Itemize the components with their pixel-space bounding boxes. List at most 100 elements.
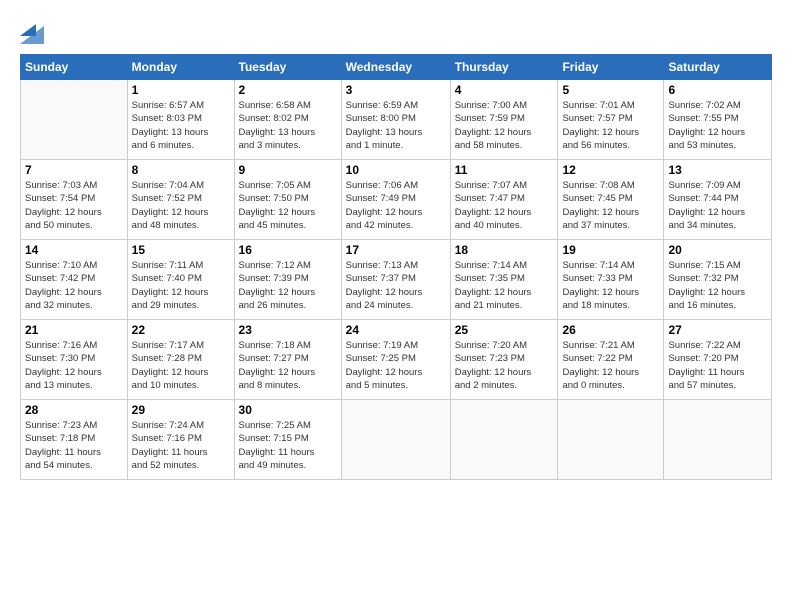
calendar-cell: 17 Sunrise: 7:13 AMSunset: 7:37 PMDayligh… [341,240,450,320]
calendar-cell: 24 Sunrise: 7:19 AMSunset: 7:25 PMDayligh… [341,320,450,400]
day-info: Sunrise: 6:59 AMSunset: 8:00 PMDaylight:… [346,99,446,152]
day-info: Sunrise: 7:05 AMSunset: 7:50 PMDaylight:… [239,179,337,232]
calendar-cell: 25 Sunrise: 7:20 AMSunset: 7:23 PMDayligh… [450,320,558,400]
calendar-cell: 1Sunrise: 6:57 AMSunset: 8:03 PMDaylight… [127,80,234,160]
calendar-cell: 18 Sunrise: 7:14 AMSunset: 7:35 PMDayligh… [450,240,558,320]
day-info: Sunrise: 7:22 AMSunset: 7:20 PMDaylight:… [668,339,767,392]
day-number: 14 [25,243,123,257]
calendar-cell: 8 Sunrise: 7:04 AMSunset: 7:52 PMDaylight… [127,160,234,240]
day-number: 15 [132,243,230,257]
day-info: Sunrise: 7:02 AMSunset: 7:55 PMDaylight:… [668,99,767,152]
day-info: Sunrise: 7:07 AMSunset: 7:47 PMDaylight:… [455,179,554,232]
day-number: 2 [239,83,337,97]
day-number: 25 [455,323,554,337]
calendar-week-row: 7 Sunrise: 7:03 AMSunset: 7:54 PMDaylight… [21,160,772,240]
day-info: Sunrise: 6:58 AMSunset: 8:02 PMDaylight:… [239,99,337,152]
calendar-cell: 29Sunrise: 7:24 AMSunset: 7:16 PMDayligh… [127,400,234,480]
calendar-cell: 4 Sunrise: 7:00 AMSunset: 7:59 PMDaylight… [450,80,558,160]
col-header-sunday: Sunday [21,55,128,80]
calendar-cell: 3 Sunrise: 6:59 AMSunset: 8:00 PMDaylight… [341,80,450,160]
calendar-cell: 5 Sunrise: 7:01 AMSunset: 7:57 PMDaylight… [558,80,664,160]
day-number: 19 [562,243,659,257]
day-number: 27 [668,323,767,337]
col-header-saturday: Saturday [664,55,772,80]
header [20,16,772,44]
calendar-cell: 14 Sunrise: 7:10 AMSunset: 7:42 PMDayligh… [21,240,128,320]
day-number: 3 [346,83,446,97]
day-info: Sunrise: 7:20 AMSunset: 7:23 PMDaylight:… [455,339,554,392]
day-info: Sunrise: 7:14 AMSunset: 7:35 PMDaylight:… [455,259,554,312]
day-info: Sunrise: 7:03 AMSunset: 7:54 PMDaylight:… [25,179,123,232]
day-number: 18 [455,243,554,257]
calendar-cell [450,400,558,480]
col-header-friday: Friday [558,55,664,80]
day-number: 4 [455,83,554,97]
day-number: 20 [668,243,767,257]
calendar-week-row: 1Sunrise: 6:57 AMSunset: 8:03 PMDaylight… [21,80,772,160]
day-info: Sunrise: 7:15 AMSunset: 7:32 PMDaylight:… [668,259,767,312]
day-number: 1 [132,83,230,97]
day-number: 28 [25,403,123,417]
day-number: 11 [455,163,554,177]
col-header-wednesday: Wednesday [341,55,450,80]
calendar-cell [664,400,772,480]
calendar-cell [558,400,664,480]
calendar-cell [21,80,128,160]
calendar-cell: 12 Sunrise: 7:08 AMSunset: 7:45 PMDayligh… [558,160,664,240]
day-info: Sunrise: 7:11 AMSunset: 7:40 PMDaylight:… [132,259,230,312]
day-info: Sunrise: 7:19 AMSunset: 7:25 PMDaylight:… [346,339,446,392]
day-info: Sunrise: 7:16 AMSunset: 7:30 PMDaylight:… [25,339,123,392]
calendar-cell: 16Sunrise: 7:12 AMSunset: 7:39 PMDayligh… [234,240,341,320]
calendar-cell: 7 Sunrise: 7:03 AMSunset: 7:54 PMDaylight… [21,160,128,240]
day-info: Sunrise: 7:04 AMSunset: 7:52 PMDaylight:… [132,179,230,232]
calendar-cell: 13Sunrise: 7:09 AMSunset: 7:44 PMDayligh… [664,160,772,240]
logo-icon [20,16,44,44]
calendar-week-row: 21 Sunrise: 7:16 AMSunset: 7:30 PMDayligh… [21,320,772,400]
day-number: 7 [25,163,123,177]
day-info: Sunrise: 7:17 AMSunset: 7:28 PMDaylight:… [132,339,230,392]
day-number: 12 [562,163,659,177]
col-header-tuesday: Tuesday [234,55,341,80]
day-info: Sunrise: 7:06 AMSunset: 7:49 PMDaylight:… [346,179,446,232]
calendar-week-row: 14 Sunrise: 7:10 AMSunset: 7:42 PMDayligh… [21,240,772,320]
day-number: 17 [346,243,446,257]
calendar-cell: 22 Sunrise: 7:17 AMSunset: 7:28 PMDayligh… [127,320,234,400]
day-info: Sunrise: 7:10 AMSunset: 7:42 PMDaylight:… [25,259,123,312]
calendar-week-row: 28 Sunrise: 7:23 AMSunset: 7:18 PMDayligh… [21,400,772,480]
day-info: Sunrise: 7:24 AMSunset: 7:16 PMDaylight:… [132,419,230,472]
day-number: 5 [562,83,659,97]
calendar-cell: 2 Sunrise: 6:58 AMSunset: 8:02 PMDaylight… [234,80,341,160]
calendar-header-row: SundayMondayTuesdayWednesdayThursdayFrid… [21,55,772,80]
day-number: 10 [346,163,446,177]
day-number: 24 [346,323,446,337]
col-header-thursday: Thursday [450,55,558,80]
calendar-cell: 19 Sunrise: 7:14 AMSunset: 7:33 PMDayligh… [558,240,664,320]
day-info: Sunrise: 7:23 AMSunset: 7:18 PMDaylight:… [25,419,123,472]
day-info: Sunrise: 7:08 AMSunset: 7:45 PMDaylight:… [562,179,659,232]
day-info: Sunrise: 7:12 AMSunset: 7:39 PMDaylight:… [239,259,337,312]
calendar-cell: 23Sunrise: 7:18 AMSunset: 7:27 PMDayligh… [234,320,341,400]
calendar-cell: 9Sunrise: 7:05 AMSunset: 7:50 PMDaylight… [234,160,341,240]
day-info: Sunrise: 7:25 AMSunset: 7:15 PMDaylight:… [239,419,337,472]
calendar-cell: 30 Sunrise: 7:25 AMSunset: 7:15 PMDayligh… [234,400,341,480]
day-info: Sunrise: 7:14 AMSunset: 7:33 PMDaylight:… [562,259,659,312]
day-number: 22 [132,323,230,337]
col-header-monday: Monday [127,55,234,80]
day-number: 21 [25,323,123,337]
calendar-cell: 15 Sunrise: 7:11 AMSunset: 7:40 PMDayligh… [127,240,234,320]
day-info: Sunrise: 7:13 AMSunset: 7:37 PMDaylight:… [346,259,446,312]
calendar-cell [341,400,450,480]
logo [20,16,48,44]
day-info: Sunrise: 7:01 AMSunset: 7:57 PMDaylight:… [562,99,659,152]
calendar-cell: 6 Sunrise: 7:02 AMSunset: 7:55 PMDaylight… [664,80,772,160]
calendar-cell: 27 Sunrise: 7:22 AMSunset: 7:20 PMDayligh… [664,320,772,400]
page: SundayMondayTuesdayWednesdayThursdayFrid… [0,0,792,612]
day-number: 6 [668,83,767,97]
day-number: 30 [239,403,337,417]
day-info: Sunrise: 7:00 AMSunset: 7:59 PMDaylight:… [455,99,554,152]
calendar-cell: 11 Sunrise: 7:07 AMSunset: 7:47 PMDayligh… [450,160,558,240]
calendar-cell: 20 Sunrise: 7:15 AMSunset: 7:32 PMDayligh… [664,240,772,320]
calendar-cell: 28 Sunrise: 7:23 AMSunset: 7:18 PMDayligh… [21,400,128,480]
day-number: 8 [132,163,230,177]
calendar-table: SundayMondayTuesdayWednesdayThursdayFrid… [20,54,772,480]
